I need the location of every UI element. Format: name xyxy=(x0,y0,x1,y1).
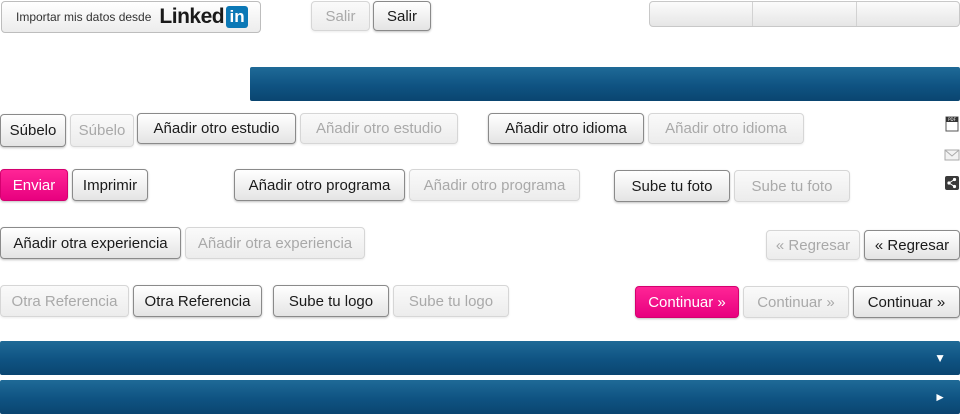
import-linkedin-label: Importar mis datos desde xyxy=(16,10,152,24)
another-reference-button-disabled: Otra Referencia xyxy=(0,285,129,317)
segment-2[interactable] xyxy=(753,2,857,26)
print-button[interactable]: Imprimir xyxy=(72,169,148,201)
continue-button-disabled: Continuar » xyxy=(743,286,849,318)
salir-button-disabled: Salir xyxy=(311,1,370,31)
accordion-bar-collapsed[interactable]: ► xyxy=(0,380,960,414)
continue-button[interactable]: Continuar » xyxy=(853,286,960,318)
mail-icon[interactable] xyxy=(944,147,960,163)
linkedin-in-icon: in xyxy=(226,6,249,28)
segmented-control[interactable] xyxy=(649,1,960,27)
upload-logo-button[interactable]: Sube tu logo xyxy=(273,285,389,317)
add-language-button-disabled: Añadir otro idioma xyxy=(648,113,804,144)
add-experience-button[interactable]: Añadir otra experiencia xyxy=(0,227,181,259)
add-program-button-disabled: Añadir otro programa xyxy=(409,169,580,201)
another-reference-button[interactable]: Otra Referencia xyxy=(133,285,262,317)
header-bar xyxy=(250,67,960,101)
accordion-bar-expanded[interactable]: ▼ xyxy=(0,341,960,375)
continue-button-active[interactable]: Continuar » xyxy=(635,286,739,318)
salir-button[interactable]: Salir xyxy=(373,1,431,31)
chevron-down-icon: ▼ xyxy=(934,351,946,365)
add-language-button[interactable]: Añadir otro idioma xyxy=(488,113,644,144)
subelo-button[interactable]: Súbelo xyxy=(0,114,66,147)
pdf-icon[interactable]: PDF xyxy=(944,116,960,132)
segment-1[interactable] xyxy=(650,2,754,26)
upload-logo-button-disabled: Sube tu logo xyxy=(393,285,509,317)
add-study-button[interactable]: Añadir otro estudio xyxy=(137,113,296,144)
add-experience-button-disabled: Añadir otra experiencia xyxy=(185,227,365,259)
chevron-right-icon: ► xyxy=(934,390,946,404)
upload-photo-button[interactable]: Sube tu foto xyxy=(614,170,730,202)
subelo-button-disabled: Súbelo xyxy=(70,114,134,147)
share-icon[interactable] xyxy=(944,175,960,191)
linkedin-logo-text: Linked xyxy=(159,5,225,28)
segment-3[interactable] xyxy=(857,2,959,26)
back-button[interactable]: « Regresar xyxy=(864,230,960,260)
import-linkedin-button[interactable]: Importar mis datos desde Linked in xyxy=(1,1,261,33)
add-study-button-disabled: Añadir otro estudio xyxy=(300,113,458,144)
svg-text:PDF: PDF xyxy=(948,117,956,122)
upload-photo-button-disabled: Sube tu foto xyxy=(734,170,850,202)
add-program-button[interactable]: Añadir otro programa xyxy=(234,169,405,201)
send-button[interactable]: Enviar xyxy=(0,169,68,201)
back-button-disabled: « Regresar xyxy=(766,230,860,260)
